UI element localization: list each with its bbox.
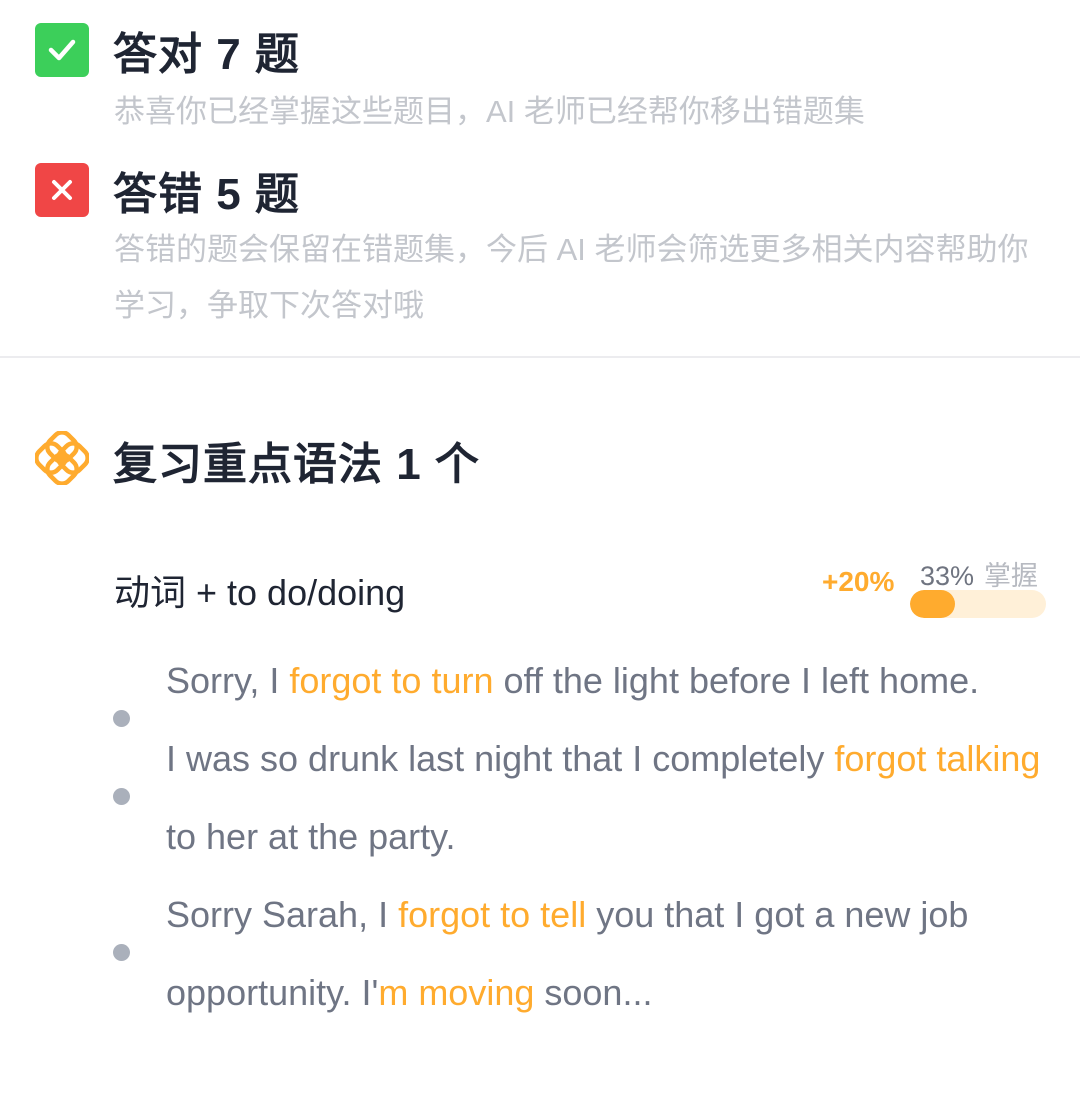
mastery-percent: 33%: [920, 561, 975, 591]
highlighted-phrase: forgot to tell: [398, 894, 587, 935]
bullet-dot-icon: [113, 944, 130, 961]
sentence-fragment: soon...: [534, 972, 653, 1013]
sentence-fragment: to her at the party.: [166, 816, 456, 857]
sentence-fragment: off the light before I left home.: [493, 660, 980, 701]
mastery-gain: +20%: [822, 566, 895, 597]
highlighted-phrase: forgot to turn: [289, 660, 494, 701]
mastery-progress-fill: [910, 590, 955, 618]
example-sentence-text: Sorry Sarah, I forgot to tell you that I…: [166, 876, 1050, 1032]
wrong-summary: 答错 5 题: [35, 158, 300, 222]
example-sentence: Sorry Sarah, I forgot to tell you that I…: [0, 876, 1080, 1032]
mastery-progress-bar: [910, 590, 1046, 618]
sentence-fragment: Sorry Sarah, I: [166, 894, 399, 935]
bullet-dot-icon: [113, 788, 130, 805]
grammar-section-header: 复习重点语法 1 个: [34, 428, 480, 492]
example-sentence-list: Sorry, I forgot to turn off the light be…: [0, 642, 1080, 1032]
close-icon: [35, 163, 89, 217]
example-sentence-text: Sorry, I forgot to turn off the light be…: [166, 642, 1050, 720]
mastery-word: 掌握: [984, 561, 1039, 591]
grammar-item[interactable]: 动词 + to do/doing +20% 33% 掌握: [114, 556, 1046, 620]
section-divider: [0, 356, 1080, 358]
example-sentence: Sorry, I forgot to turn off the light be…: [0, 642, 1080, 727]
correct-description: 恭喜你已经掌握这些题目，AI 老师已经帮你移出错题集: [114, 94, 865, 129]
example-sentence-text: I was so drunk last night that I complet…: [166, 720, 1050, 876]
wrong-description: 答错的题会保留在错题集，今后 AI 老师会筛选更多相关内容帮助你学习，争取下次答…: [114, 232, 1029, 323]
grammar-item-name: 动词 + to do/doing: [114, 572, 406, 613]
check-icon: [35, 23, 89, 77]
wrong-title: 答错 5 题: [113, 170, 300, 219]
sentence-fragment: I was so drunk last night that I complet…: [166, 738, 835, 779]
grammar-knot-icon: [34, 429, 90, 490]
highlighted-phrase: forgot talking: [834, 738, 1041, 779]
correct-title: 答对 7 题: [113, 30, 300, 79]
highlighted-phrase: m moving: [378, 972, 535, 1013]
mastery-label: 33% 掌握: [920, 554, 1038, 593]
example-sentence: I was so drunk last night that I complet…: [0, 720, 1080, 876]
grammar-section-title: 复习重点语法 1 个: [113, 440, 480, 489]
sentence-fragment: Sorry, I: [166, 660, 290, 701]
correct-summary: 答对 7 题: [35, 18, 300, 82]
